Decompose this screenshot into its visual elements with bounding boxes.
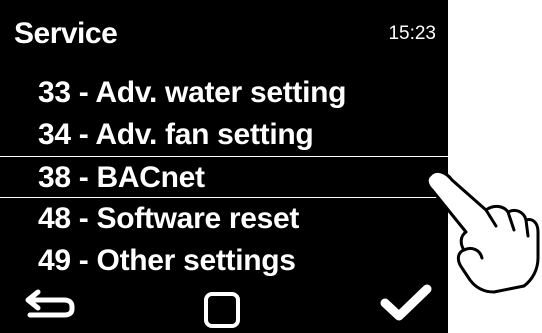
service-menu: 33 - Adv. water setting 34 - Adv. fan se… — [0, 72, 448, 282]
page-title: Service — [14, 17, 118, 50]
back-arrow-icon — [25, 289, 75, 318]
home-button[interactable] — [203, 291, 241, 329]
clock-time: 15:23 — [388, 23, 436, 44]
menu-item-other-settings[interactable]: 49 - Other settings — [0, 240, 448, 282]
menu-item-software-reset[interactable]: 48 - Software reset — [0, 198, 448, 240]
device-screen: Service 15:23 33 - Adv. water setting 34… — [0, 0, 448, 333]
menu-item-adv-water-setting[interactable]: 33 - Adv. water setting — [0, 72, 448, 114]
pointing-hand-icon — [425, 169, 540, 294]
back-button[interactable] — [22, 282, 78, 322]
menu-item-adv-fan-setting[interactable]: 34 - Adv. fan setting — [0, 114, 448, 156]
square-icon — [204, 292, 240, 328]
menu-item-bacnet[interactable]: 38 - BACnet — [0, 156, 448, 198]
